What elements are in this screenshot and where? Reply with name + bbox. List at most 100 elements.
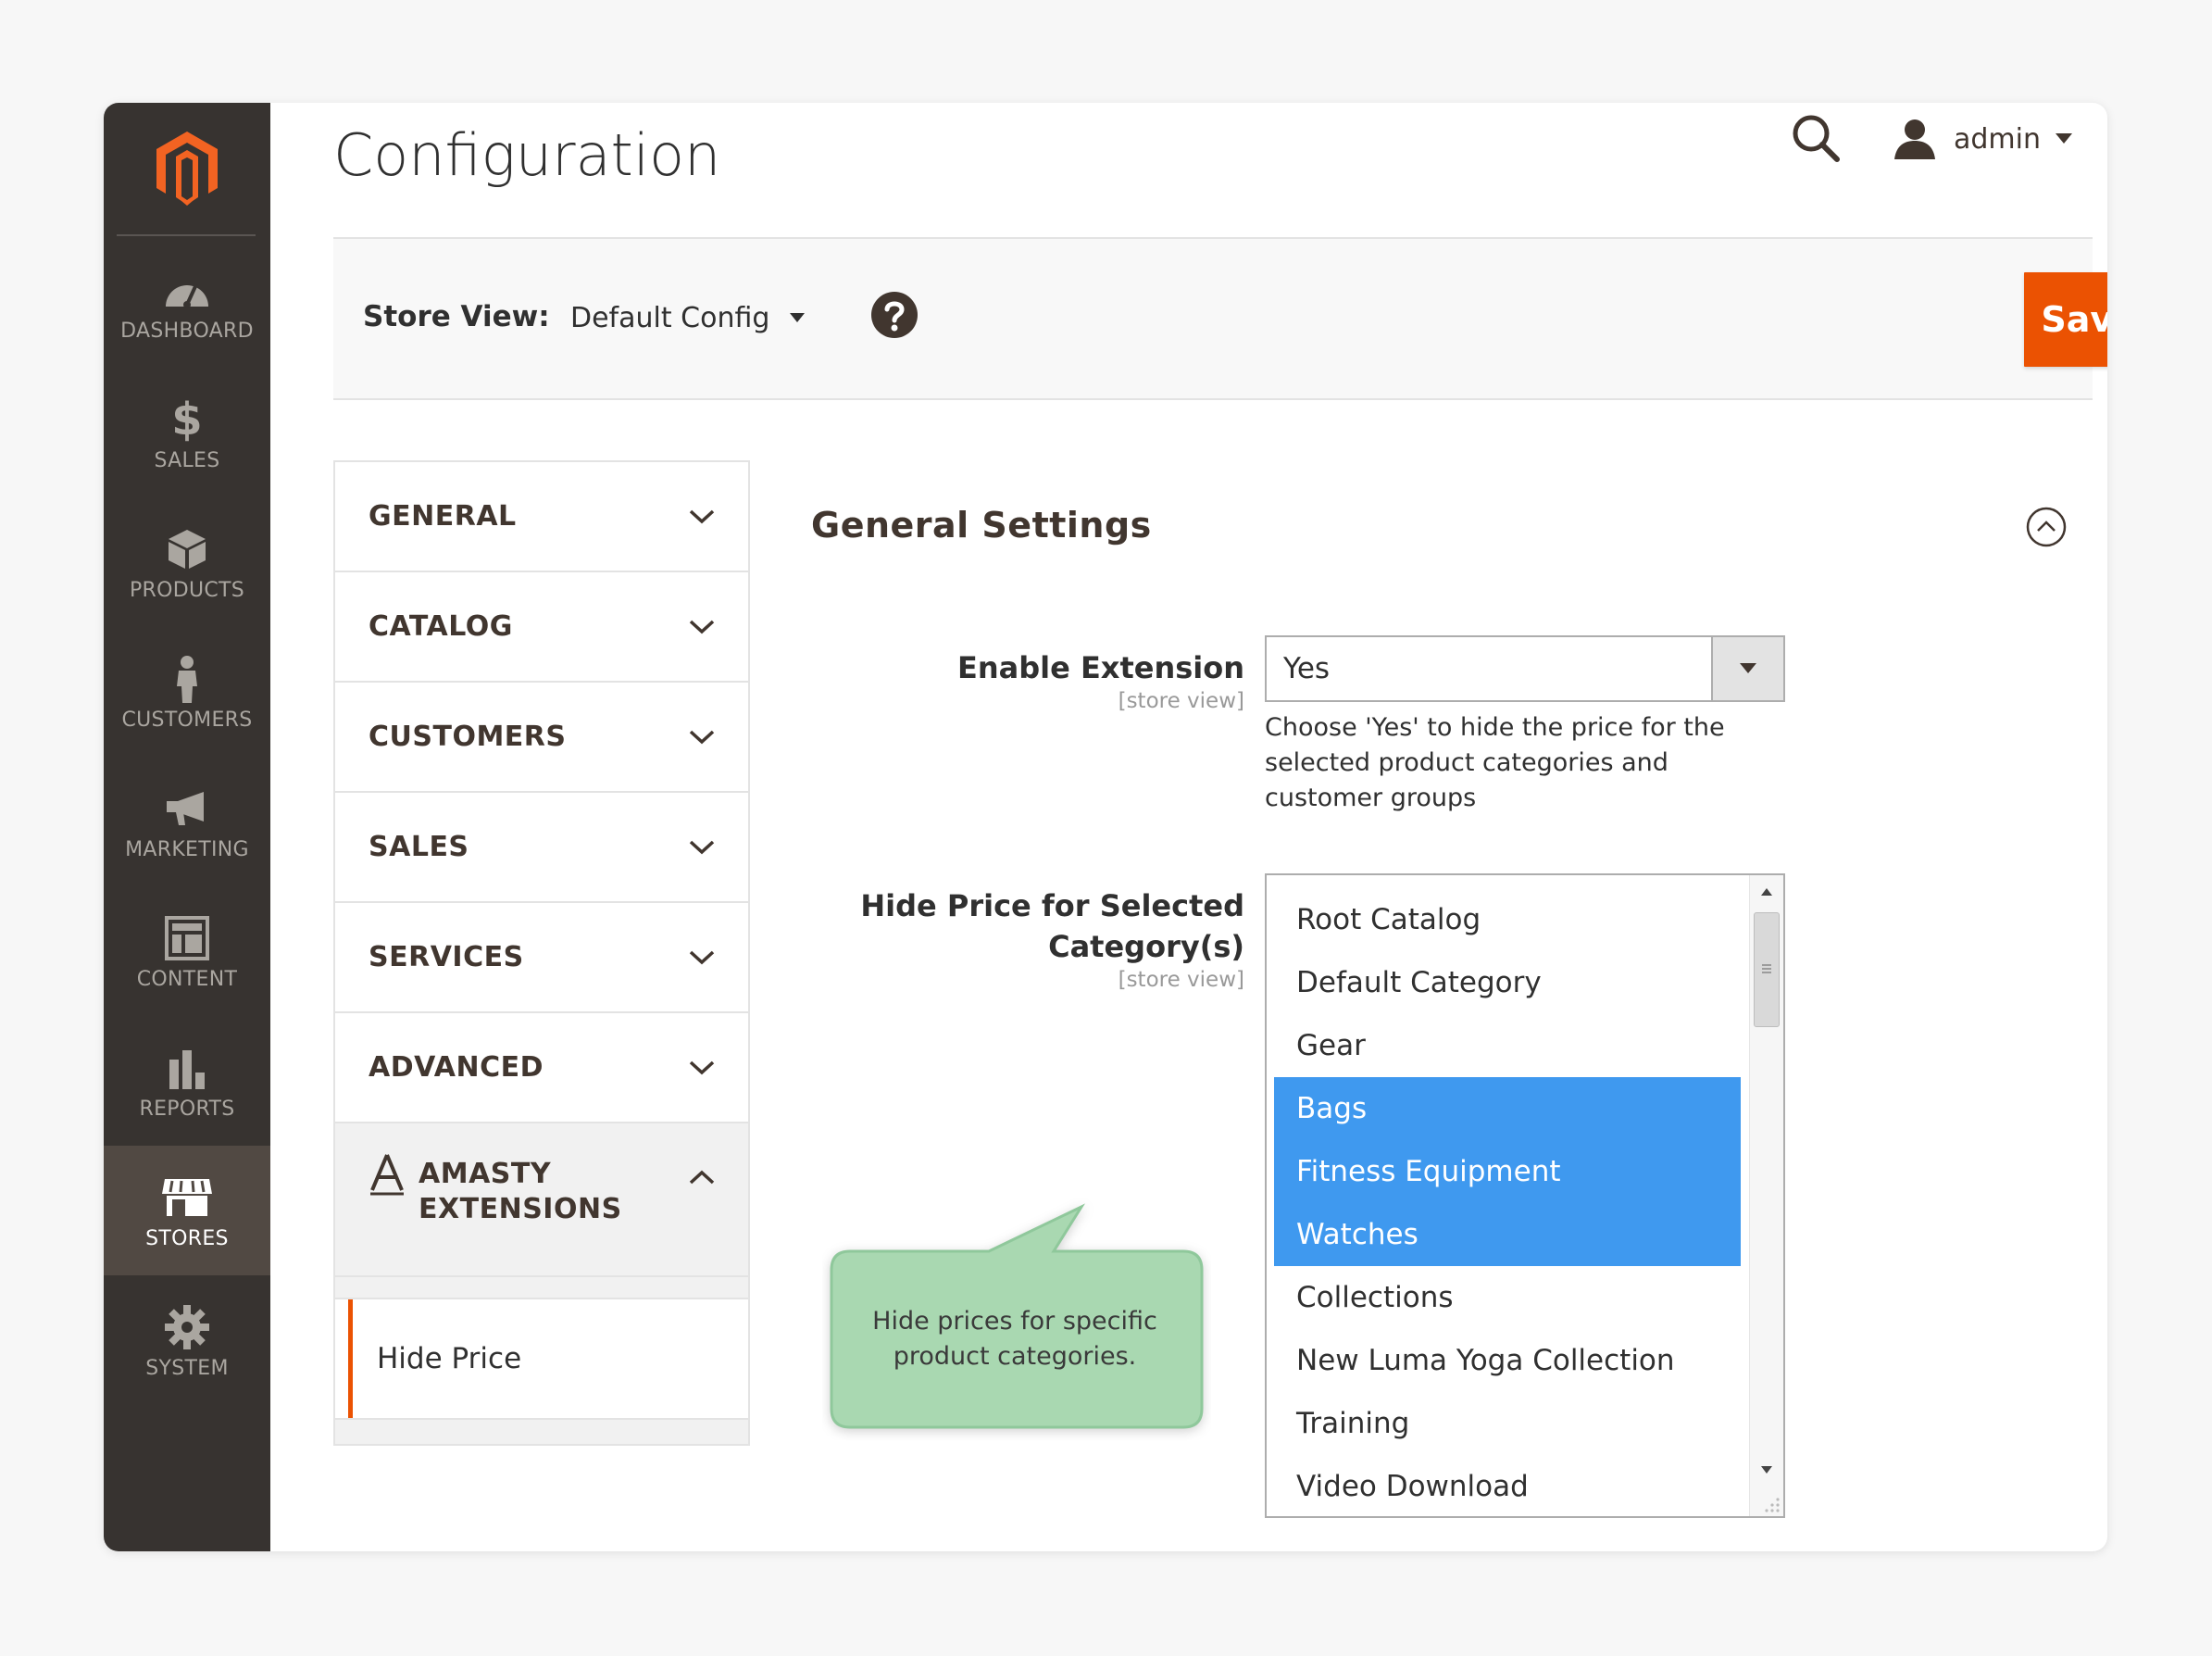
resize-handle-icon[interactable] [1761,1494,1781,1514]
scroll-down-arrow[interactable] [1750,1457,1783,1483]
search-icon [1793,115,1840,162]
enable-extension-note: Choose 'Yes' to hide the price for the s… [1265,713,1725,812]
select-arrow [1711,637,1783,700]
arrow-down-icon [1761,1466,1772,1474]
scrollbar-thumb[interactable] [1754,912,1780,1027]
nav-item-system[interactable]: SYSTEM [104,1275,270,1405]
nav-label: REPORTS [139,1097,235,1121]
layout-icon [161,912,213,964]
chevron-up-icon [689,1170,715,1185]
store-view-value: Default Config [570,301,770,334]
config-tabs: GENERAL CATALOG CUSTOMERS SALES SERVICES… [333,460,750,1446]
chevron-down-icon [689,1060,715,1074]
chevron-down-icon [689,730,715,744]
tab-customers[interactable]: CUSTOMERS [335,683,748,793]
magento-logo[interactable] [139,103,235,234]
tab-catalog[interactable]: CATALOG [335,572,748,683]
category-option[interactable]: Collections [1274,1266,1741,1329]
help-button[interactable] [870,291,919,339]
tab-amasty-extensions[interactable]: AMASTY EXTENSIONS [335,1123,748,1277]
arrow-up-icon [1761,888,1772,896]
scroll-up-arrow[interactable] [1750,879,1783,905]
enable-extension-select[interactable]: Yes [1265,635,1785,702]
nav-item-marketing[interactable]: MARKETING [104,757,270,886]
admin-sidebar: DASHBOARD $ SALES PRODUCTS CUSTOMERS MAR… [104,103,270,1551]
save-config-button[interactable]: Save Config [2024,272,2107,367]
category-option[interactable]: Training [1274,1392,1741,1455]
nav-label: CONTENT [136,967,238,991]
nav-label: MARKETING [125,837,249,861]
subtab-hide-price[interactable]: Hide Price [348,1299,748,1418]
enable-extension-label: Enable Extension [store view] [763,647,1244,714]
tab-label: SERVICES [369,941,524,973]
magento-logo-icon [156,132,218,206]
tab-spacer [335,1277,748,1299]
tab-services[interactable]: SERVICES [335,903,748,1013]
store-view-bar: Store View: Default Config Save Config [333,237,2107,400]
category-option[interactable]: New Luma Yoga Collection [1274,1329,1741,1392]
category-option[interactable]: Video Download [1274,1455,1741,1516]
tab-label: GENERAL [369,500,517,533]
nav-item-reports[interactable]: REPORTS [104,1016,270,1146]
categories-label: Hide Price for Selected Category(s) [stor… [763,885,1244,993]
tab-label: ADVANCED [369,1051,544,1084]
question-icon [871,292,918,338]
scope-label: [store view] [1118,689,1244,713]
nav-label: SYSTEM [145,1356,229,1380]
nav-item-products[interactable]: PRODUCTS [104,497,270,627]
subtab-container: Hide Price [335,1299,748,1420]
callout-bubble: Hide prices for specific product categor… [822,1198,1211,1440]
nav-label: STORES [145,1226,229,1250]
tab-label: CATALOG [369,610,513,643]
logo-divider [117,234,256,236]
search-button[interactable] [1789,111,1844,167]
dashboard-icon [161,264,213,316]
amasty-logo-icon [370,1154,404,1196]
nav-item-dashboard[interactable]: DASHBOARD [104,238,270,368]
tab-label: SALES [369,831,469,863]
subtab-label: Hide Price [377,1342,522,1375]
megaphone-icon [161,783,213,834]
tab-sales[interactable]: SALES [335,793,748,903]
nav-label: DASHBOARD [120,319,254,343]
grip-icon [1762,964,1771,973]
tab-advanced[interactable]: ADVANCED [335,1013,748,1123]
category-option[interactable]: Watches [1274,1203,1741,1266]
category-option[interactable]: Default Category [1274,951,1741,1014]
account-menu[interactable]: admin [1893,111,2072,167]
nav-item-sales[interactable]: $ SALES [104,368,270,497]
tab-general[interactable]: GENERAL [335,462,748,572]
account-name: admin [1954,122,2041,156]
admin-window: DASHBOARD $ SALES PRODUCTS CUSTOMERS MAR… [104,103,2107,1551]
section-title: General Settings [811,505,1152,546]
chevron-down-icon [689,509,715,523]
storefront-icon [161,1172,213,1223]
categories-multiselect[interactable]: Root Catalog Default Category Gear Bags Fitn… [1265,873,1785,1518]
chevron-down-icon [689,620,715,634]
nav-item-customers[interactable]: CUSTOMERS [104,627,270,757]
category-option[interactable]: Root Catalog [1274,888,1741,951]
categories-label-text: Hide Price for Selected Category(s) [860,888,1244,964]
tab-footer [335,1420,748,1444]
nav-label: CUSTOMERS [121,708,253,732]
box-icon [161,523,213,575]
category-option[interactable]: Bags [1274,1077,1741,1140]
caret-down-icon [790,312,806,322]
chevron-down-icon [689,840,715,854]
page-title: Configuration [333,120,721,189]
tab-label: CUSTOMERS [369,721,567,753]
store-view-select[interactable]: Default Config [570,295,806,341]
tab-open-title: AMASTY EXTENSIONS [369,1154,622,1227]
collapse-section-button[interactable] [2026,507,2067,547]
category-option[interactable]: Gear [1274,1014,1741,1077]
caret-down-icon [2056,133,2072,144]
multiselect-scrollbar[interactable] [1749,875,1783,1516]
nav-item-content[interactable]: CONTENT [104,886,270,1016]
store-view-label: Store View: [363,300,550,333]
nav-item-stores[interactable]: STORES [104,1146,270,1275]
enable-extension-value: Yes [1283,652,1331,685]
person-icon [161,653,213,705]
enable-extension-label-text: Enable Extension [956,650,1244,685]
category-option[interactable]: Fitness Equipment [1274,1140,1741,1203]
caret-down-icon [1740,663,1756,673]
